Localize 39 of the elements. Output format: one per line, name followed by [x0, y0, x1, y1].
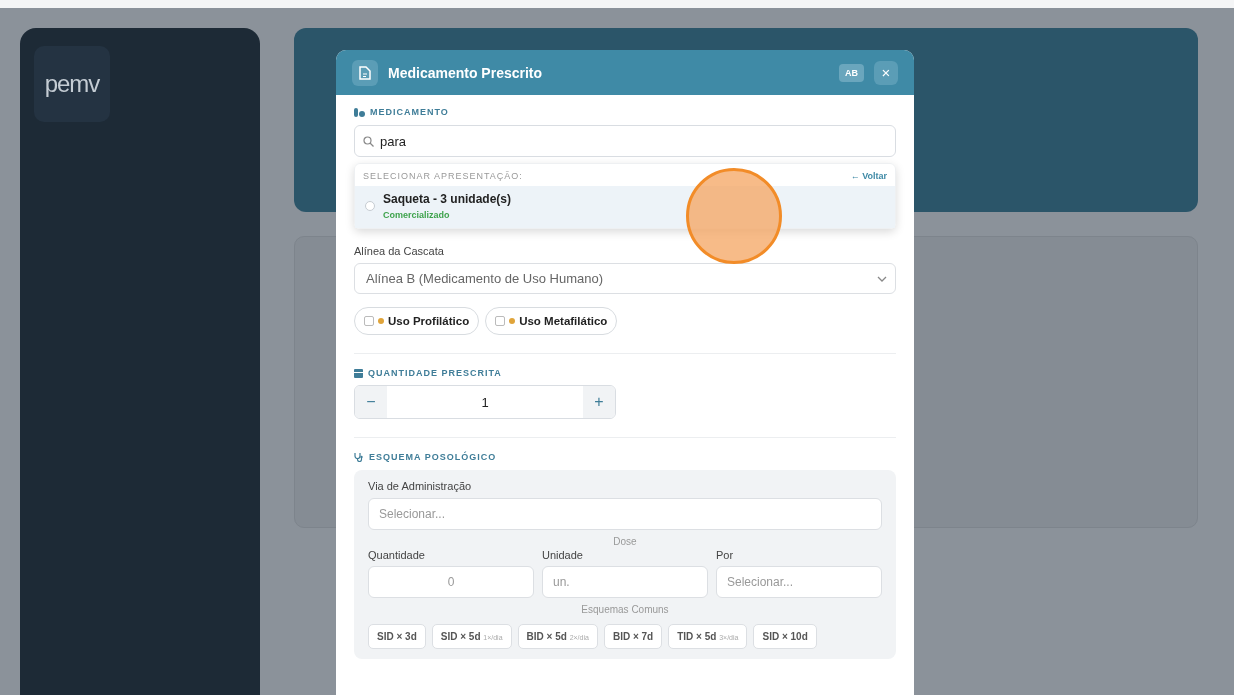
field-label: Via de Administração	[368, 480, 473, 492]
user-badge: AB	[839, 63, 864, 82]
dosage-preset-button[interactable]: SID × 3d	[368, 624, 426, 649]
dose-input[interactable]: un.	[542, 566, 708, 598]
field-label: Por	[716, 549, 735, 561]
dose-label: Dose	[612, 536, 638, 547]
dosage-preset-button[interactable]: BID × 7d	[603, 624, 663, 649]
box-icon	[354, 368, 363, 378]
section-heading: MEDICAMENTO	[370, 107, 449, 117]
dose-input[interactable]: Selecionar...	[716, 566, 882, 598]
back-link[interactable]: ← Voltar	[850, 171, 887, 181]
field-label: Unidade	[542, 549, 584, 561]
document-icon	[352, 59, 378, 86]
dropdown-heading: SELECIONAR APRESENTAÇÃO:	[363, 171, 523, 181]
stethoscope-icon	[354, 452, 364, 462]
cascade-select[interactable]: Alínea B (Medicamento de Uso Humano)	[354, 263, 896, 294]
field-label: Quantidade	[368, 549, 426, 561]
field-label: Alínea da Cascata	[354, 245, 445, 257]
presets-label: Esquemas Comuns	[580, 604, 670, 615]
pills-icon	[354, 107, 365, 117]
app-logo: pemv	[44, 70, 100, 98]
option-name: Saqueta - 3 unidade(s)	[383, 192, 512, 206]
usage-checkbox[interactable]: Uso Profilático	[354, 307, 480, 335]
option-status: Comercializado	[383, 210, 451, 220]
usage-checkbox[interactable]: Uso Metafilático	[485, 307, 618, 335]
radio-button[interactable]	[365, 201, 375, 211]
increment-button[interactable]: +	[583, 386, 615, 418]
section-heading: QUANTIDADE PRESCRITA	[368, 368, 502, 378]
section-heading: ESQUEMA POSOLÓGICO	[369, 452, 497, 462]
dose-input[interactable]: 0	[368, 566, 534, 598]
route-select[interactable]: Selecionar...	[368, 498, 882, 530]
search-value: para	[380, 133, 407, 149]
search-field[interactable]: para	[354, 125, 896, 157]
dialog-title: Medicamento Prescrito	[388, 64, 544, 81]
chevron-down-icon	[877, 275, 887, 282]
decrement-button[interactable]: −	[355, 386, 387, 418]
search-icon	[363, 135, 374, 147]
quantity-stepper[interactable]: − 1 +	[354, 385, 616, 419]
dosage-preset-button[interactable]: SID × 10d	[753, 624, 817, 649]
